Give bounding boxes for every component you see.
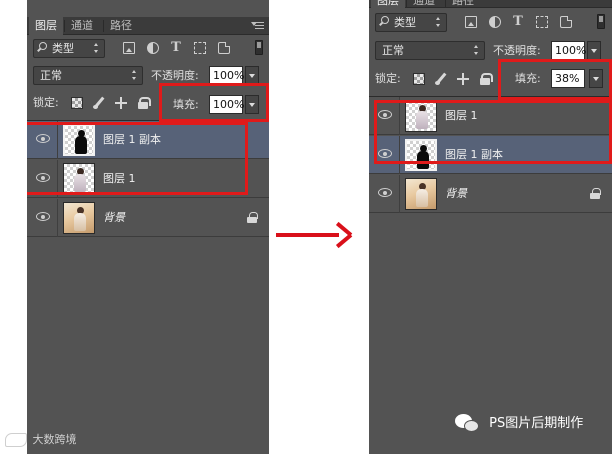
lock-position-icon[interactable] <box>115 97 127 109</box>
lock-icon <box>247 212 258 223</box>
fill-input[interactable]: 100% <box>209 95 244 114</box>
layer-thumbnail <box>405 139 437 171</box>
opacity-dropdown-button[interactable] <box>587 41 601 60</box>
filter-toggle-switch[interactable] <box>255 40 263 55</box>
layer-thumbnail <box>405 100 437 132</box>
blend-mode-value: 正常 <box>40 69 62 82</box>
eye-icon[interactable] <box>36 134 50 143</box>
watermark-left-text: 大数跨境 <box>32 433 77 446</box>
fill-dropdown-button[interactable] <box>245 95 259 114</box>
watermark-right-text: PS图片后期制作 <box>489 416 584 431</box>
adjustment-filter-icon[interactable] <box>489 16 501 28</box>
shape-filter-icon[interactable] <box>194 42 206 54</box>
chevron-updown-icon <box>132 70 137 81</box>
blend-mode-value: 正常 <box>382 44 404 57</box>
watermark-left: 大数跨境 <box>5 431 77 449</box>
smart-object-filter-icon[interactable] <box>560 16 572 28</box>
lock-label: 锁定: <box>375 72 401 85</box>
layers-panel-before: 图层 通道 路径 类型 T 正常 不透明度: 100% 锁定: 填充: 100% <box>27 0 269 454</box>
type-filter-icon[interactable]: T <box>512 15 524 28</box>
tab-layers[interactable]: 图层 <box>29 17 63 35</box>
eye-icon[interactable] <box>36 212 50 221</box>
lock-image-pixels-icon[interactable] <box>435 73 447 85</box>
blend-mode-select[interactable]: 正常 <box>33 66 143 85</box>
layer-row[interactable]: 图层 1 <box>27 160 269 198</box>
smart-object-filter-icon[interactable] <box>218 42 230 54</box>
eye-icon[interactable] <box>378 149 392 158</box>
search-icon <box>381 16 389 24</box>
layer-row[interactable]: 图层 1 <box>369 97 612 135</box>
adjustment-filter-icon[interactable] <box>147 42 159 54</box>
chevron-updown-icon <box>94 43 99 54</box>
fill-label: 填充: <box>515 72 541 85</box>
layer-filter-select[interactable]: 类型 <box>375 13 447 32</box>
tab-paths[interactable]: 路径 <box>446 0 480 8</box>
layer-name: 图层 1 <box>103 172 136 185</box>
lock-transparent-pixels-icon[interactable] <box>71 97 83 109</box>
layer-name: 图层 1 <box>445 109 478 122</box>
lock-transparent-pixels-icon[interactable] <box>413 73 425 85</box>
chevron-updown-icon <box>474 45 479 56</box>
eye-icon[interactable] <box>36 173 50 182</box>
layer-filter-select[interactable]: 类型 <box>33 39 105 58</box>
layers-panel-after: 图层 通道 路径 类型 T 正常 不透明度: 100% 锁定: 填充: 38% … <box>369 0 612 454</box>
lock-all-icon[interactable] <box>479 73 493 85</box>
opacity-label: 不透明度: <box>493 44 541 57</box>
lock-image-pixels-icon[interactable] <box>93 97 105 109</box>
right-arrow-icon <box>276 233 339 237</box>
panel-menu-icon[interactable] <box>251 19 265 33</box>
layer-name: 背景 <box>103 211 125 224</box>
fill-dropdown-button[interactable] <box>589 69 603 88</box>
tab-paths[interactable]: 路径 <box>104 17 138 35</box>
search-icon <box>39 42 47 50</box>
filter-icon-group: T <box>123 41 243 56</box>
layer-name: 背景 <box>445 187 467 200</box>
opacity-input[interactable]: 100% <box>551 41 586 60</box>
filter-icon-group: T <box>465 15 585 30</box>
eye-icon[interactable] <box>378 188 392 197</box>
wechat-icon <box>455 413 481 434</box>
tab-channels[interactable]: 通道 <box>65 17 99 35</box>
chevron-updown-icon <box>436 17 441 28</box>
layer-row[interactable]: 背景 <box>27 199 269 237</box>
watermark-logo-icon <box>5 433 27 447</box>
arrow-head <box>333 225 353 245</box>
filter-toggle-switch[interactable] <box>597 14 605 29</box>
pixel-filter-icon[interactable] <box>465 16 477 28</box>
pixel-filter-icon[interactable] <box>123 42 135 54</box>
layer-name: 图层 1 副本 <box>103 133 161 146</box>
watermark-right: PS图片后期制作 <box>455 412 583 436</box>
lock-label: 锁定: <box>33 96 59 109</box>
layer-name: 图层 1 副本 <box>445 148 503 161</box>
panel-tab-bar: 图层 通道 路径 <box>27 17 269 35</box>
blend-mode-select[interactable]: 正常 <box>375 41 485 60</box>
opacity-input[interactable]: 100% <box>209 66 244 85</box>
fill-input[interactable]: 38% <box>551 69 585 88</box>
layer-thumbnail <box>63 202 95 234</box>
eye-icon[interactable] <box>378 110 392 119</box>
layer-row[interactable]: 图层 1 副本 <box>27 121 269 159</box>
shape-filter-icon[interactable] <box>536 16 548 28</box>
layer-thumbnail <box>63 124 95 156</box>
lock-all-icon[interactable] <box>137 97 151 109</box>
tab-layers[interactable]: 图层 <box>371 0 405 8</box>
opacity-dropdown-button[interactable] <box>245 66 259 85</box>
opacity-label: 不透明度: <box>151 69 199 82</box>
layer-row[interactable]: 背景 <box>369 175 612 213</box>
layer-thumbnail <box>63 163 95 195</box>
type-filter-icon[interactable]: T <box>170 41 182 54</box>
tab-channels[interactable]: 通道 <box>407 0 441 8</box>
layer-row[interactable]: 图层 1 副本 <box>369 136 612 174</box>
layer-thumbnail <box>405 178 437 210</box>
lock-position-icon[interactable] <box>457 73 469 85</box>
lock-icon <box>590 188 601 199</box>
panel-tab-bar: 图层 通道 路径 <box>369 0 612 8</box>
fill-label: 填充: <box>173 98 199 111</box>
